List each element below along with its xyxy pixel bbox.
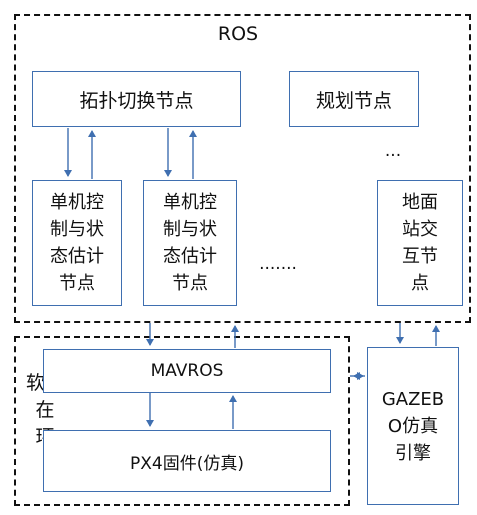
arrow-layer	[64, 128, 440, 429]
